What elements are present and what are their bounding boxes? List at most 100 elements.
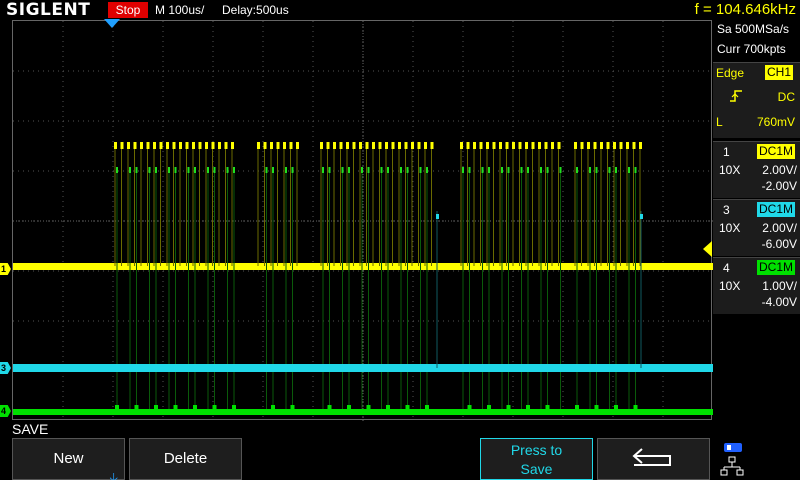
- frequency-counter: f = 104.646kHz: [694, 1, 796, 18]
- ch1-pulse-top: [551, 142, 554, 149]
- press-to-save-button[interactable]: Press to Save: [480, 438, 593, 480]
- ch1-pulse-top: [473, 142, 476, 149]
- ch4-dip: [467, 405, 472, 415]
- ch1-offset-marker[interactable]: 1: [0, 263, 11, 275]
- ch1-pulse-top: [518, 142, 522, 149]
- ch3-pulse-top: [640, 214, 643, 219]
- brand-logo: SIGLENT: [6, 0, 91, 20]
- ch4-pulse-top: [168, 167, 170, 173]
- trigger-type: Edge: [716, 66, 745, 80]
- ch1-pulse-top: [619, 142, 623, 149]
- ch1-pulse-top: [600, 142, 603, 149]
- channel-1-info[interactable]: 1 DC1M 10X 2.00V/ -2.00V: [713, 141, 800, 198]
- ch1-pulse-top: [557, 142, 561, 149]
- ch1-pulse-top: [192, 142, 195, 149]
- ch1-pulse-top: [159, 142, 163, 149]
- ch4-pulse-top: [481, 167, 484, 173]
- run-stop-status[interactable]: Stop: [108, 2, 148, 18]
- ch4-offset-marker[interactable]: 4: [0, 405, 11, 417]
- ch4-pulse-top: [174, 167, 177, 173]
- ch4-pulse-top: [226, 167, 229, 173]
- new-button[interactable]: New 🡣: [12, 438, 125, 480]
- ch4-pulse-top: [341, 167, 344, 173]
- trigger-source: CH1: [765, 65, 794, 80]
- ch1-pulse-top: [146, 142, 150, 149]
- ch3-trace: [13, 364, 713, 372]
- timebase-readout: M 100us/: [155, 3, 205, 17]
- ch4-dip: [212, 405, 217, 415]
- ch1-pulse-top: [365, 142, 369, 149]
- ch4-pulse-top: [361, 167, 363, 173]
- ch1-pulse-top: [283, 142, 286, 149]
- ch1-pulse-top: [133, 142, 137, 149]
- return-arrow-icon: [632, 448, 671, 466]
- ch4-pulse-top: [148, 167, 151, 173]
- trigger-info[interactable]: Edge CH1 DC L 760mV: [713, 62, 800, 138]
- ch1-pulse-top: [587, 142, 590, 149]
- ch4-pulse-top: [462, 167, 464, 173]
- channel-number: 4: [723, 261, 730, 275]
- ch4-pulse-top: [527, 167, 529, 173]
- ch4-dip: [347, 405, 351, 415]
- waveform-display[interactable]: [12, 20, 713, 421]
- new-label: New: [53, 450, 84, 467]
- ch1-pulse-top: [639, 142, 642, 149]
- ch4-pulse-top: [559, 167, 562, 173]
- ch1-pulse-top: [492, 142, 496, 149]
- ch4-pulse-top: [595, 167, 598, 173]
- ch4-dip: [271, 405, 275, 415]
- ch1-pulse-top: [512, 142, 515, 149]
- ch4-pulse-top: [285, 167, 287, 173]
- back-button[interactable]: [597, 438, 710, 480]
- ch1-pulse-top: [499, 142, 502, 149]
- ch4-pulse-top: [615, 167, 617, 173]
- ch4-pulse-top: [520, 167, 523, 173]
- ch4-pulse-top: [135, 167, 138, 173]
- ch4-pulse-top: [507, 167, 510, 173]
- ch1-pulse-top: [486, 142, 489, 149]
- ch4-pulse-top: [387, 167, 389, 173]
- ch4-dip: [327, 405, 332, 415]
- ch1-pulse-top: [185, 142, 189, 149]
- delete-button[interactable]: Delete: [129, 438, 242, 480]
- sample-rate: Sa 500MSa/s: [717, 22, 790, 36]
- press-to-save-line2: Save: [520, 461, 553, 477]
- vertical-scale: 2.00V/: [762, 221, 797, 235]
- press-to-save-line1: Press to: [510, 442, 563, 458]
- ch4-pulse-top: [213, 167, 216, 173]
- channel-4-info[interactable]: 4 DC1M 10X 1.00V/ -4.00V: [713, 257, 800, 314]
- ch4-pulse-top: [380, 167, 383, 173]
- ch4-dip: [487, 405, 491, 415]
- ch1-pulse-top: [140, 142, 143, 149]
- probe-attenuation: 10X: [719, 163, 741, 177]
- ch4-pulse-top: [116, 167, 118, 173]
- ch1-pulse-top: [270, 142, 273, 149]
- ch1-pulse-top: [211, 142, 215, 149]
- ch4-pulse-top: [272, 167, 274, 173]
- channel-coupling: DC1M: [757, 202, 796, 217]
- ch1-pulse-top: [114, 142, 117, 149]
- ch1-pulse-top: [398, 142, 401, 149]
- ch4-pulse-top: [155, 167, 157, 173]
- ch4-pulse-top: [328, 167, 331, 173]
- ch1-pulse-top: [505, 142, 509, 149]
- vertical-offset: -2.00V: [761, 179, 797, 193]
- ch4-pulse-top: [291, 167, 294, 173]
- ch1-pulse-top: [296, 142, 299, 149]
- probe-attenuation: 10X: [719, 221, 741, 235]
- ch3-offset-marker[interactable]: 3: [0, 362, 11, 374]
- ch4-pulse-top: [628, 167, 630, 173]
- ch1-pulse-top: [166, 142, 169, 149]
- channel-3-info[interactable]: 3 DC1M 10X 2.00V/ -6.00V: [713, 199, 800, 256]
- menu-title: SAVE: [12, 421, 49, 437]
- ch1-pulse-top: [632, 142, 636, 149]
- ch1-pulse-top: [339, 142, 343, 149]
- ch1-pulse-top: [276, 142, 280, 149]
- status-icons: [716, 440, 800, 480]
- ch4-pulse-top: [265, 167, 268, 173]
- ch4-dip: [193, 405, 197, 415]
- ch1-pulse-top: [538, 142, 541, 149]
- ch4-pulse-top: [576, 167, 578, 173]
- ch4-pulse-top: [419, 167, 422, 173]
- ch4-pulse-top: [589, 167, 591, 173]
